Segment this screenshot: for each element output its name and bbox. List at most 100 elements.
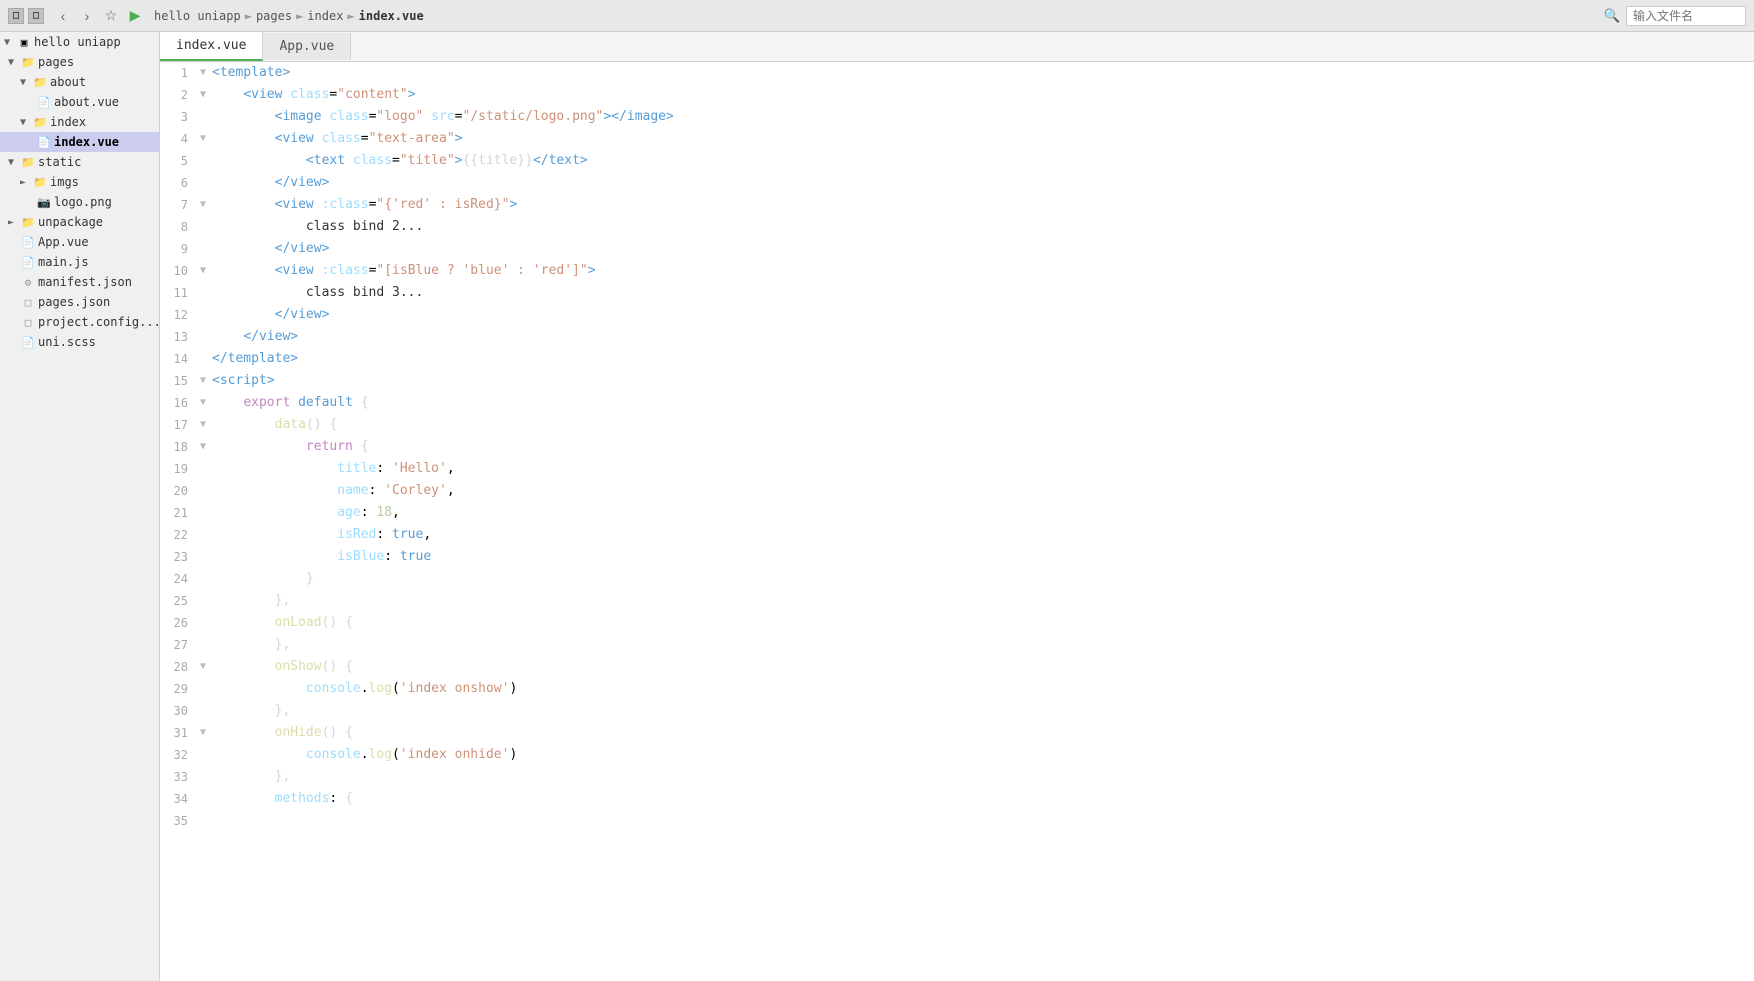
line-num: 25 [160, 590, 196, 612]
sidebar-item-pages-json[interactable]: □ pages.json [0, 292, 159, 312]
code-line: 35 [160, 810, 1754, 832]
forward-button[interactable]: › [76, 5, 98, 27]
tab-app-vue[interactable]: App.vue [263, 33, 351, 60]
fold-icon[interactable]: ▼ [196, 722, 210, 744]
code-content: <image class="logo" src="/static/logo.pn… [210, 106, 1754, 128]
line-num: 26 [160, 612, 196, 634]
fold-icon[interactable]: ▼ [196, 62, 210, 84]
star-button[interactable]: ☆ [100, 5, 122, 27]
sidebar-item-logo-png[interactable]: 📷 logo.png [0, 192, 159, 212]
sidebar-label-index: index [50, 115, 86, 129]
code-content: <view :class="[isBlue ? 'blue' : 'red']"… [210, 260, 1754, 282]
editor-area: index.vue App.vue 1 ▼ <template> 2 ▼ <vi… [160, 32, 1754, 981]
code-content: class bind 3... [210, 282, 1754, 304]
sidebar-item-pages[interactable]: ▼ 📁 pages [0, 52, 159, 72]
code-content: <view :class="{'red' : isRed}"> [210, 194, 1754, 216]
sidebar-item-imgs[interactable]: ► 📁 imgs [0, 172, 159, 192]
folder-icon-imgs: 📁 [32, 174, 48, 190]
breadcrumb-root: hello uniapp [154, 9, 241, 23]
code-editor[interactable]: 1 ▼ <template> 2 ▼ <view class="content"… [160, 62, 1754, 981]
folder-icon-pages: 📁 [20, 54, 36, 70]
line-num: 19 [160, 458, 196, 480]
fold-icon[interactable]: ▼ [196, 260, 210, 282]
sidebar-item-index-vue[interactable]: 📄 index.vue [0, 132, 159, 152]
line-num: 30 [160, 700, 196, 722]
code-line: 32 console.log('index onhide') [160, 744, 1754, 766]
code-content: <view class="content"> [210, 84, 1754, 106]
code-line: 21 age: 18, [160, 502, 1754, 524]
fold-icon[interactable]: ▼ [196, 370, 210, 392]
fold-icon[interactable]: ▼ [196, 656, 210, 678]
code-content: age: 18, [210, 502, 1754, 524]
sidebar-label-project-config: project.config... [38, 315, 160, 329]
line-num: 9 [160, 238, 196, 260]
code-line: 11 class bind 3... [160, 282, 1754, 304]
window-btn-2[interactable]: □ [28, 8, 44, 24]
code-line: 1 ▼ <template> [160, 62, 1754, 84]
sidebar-root[interactable]: ▼ ▣ hello uniapp [0, 32, 159, 52]
folder-icon-static: 📁 [20, 154, 36, 170]
nav-controls[interactable]: ‹ › ☆ ▶ [52, 5, 146, 27]
window-controls[interactable]: □ □ [8, 8, 44, 24]
tabs-bar[interactable]: index.vue App.vue [160, 32, 1754, 62]
sidebar-item-app-vue[interactable]: 📄 App.vue [0, 232, 159, 252]
line-num: 1 [160, 62, 196, 84]
window-btn-1[interactable]: □ [8, 8, 24, 24]
code-line: 23 isBlue: true [160, 546, 1754, 568]
code-content: <text class="title">{{title}}</text> [210, 150, 1754, 172]
code-content: export default { [210, 392, 1754, 414]
sidebar-item-about[interactable]: ▼ 📁 about [0, 72, 159, 92]
fold-icon[interactable]: ▼ [196, 84, 210, 106]
search-icon[interactable]: 🔍 [1602, 6, 1622, 26]
code-line: 31 ▼ onHide() { [160, 722, 1754, 744]
search-file-input[interactable] [1626, 6, 1746, 26]
line-num: 16 [160, 392, 196, 414]
sidebar-item-about-vue[interactable]: 📄 about.vue [0, 92, 159, 112]
code-line: 7 ▼ <view :class="{'red' : isRed}"> [160, 194, 1754, 216]
line-num: 2 [160, 84, 196, 106]
line-num: 35 [160, 810, 196, 832]
code-line: 5 <text class="title">{{title}}</text> [160, 150, 1754, 172]
code-line: 15 ▼ <script> [160, 370, 1754, 392]
run-button[interactable]: ▶ [124, 5, 146, 27]
code-line: 9 </view> [160, 238, 1754, 260]
search-bar[interactable]: 🔍 [1602, 6, 1746, 26]
code-content: methods: { [210, 788, 1754, 810]
sidebar-item-index[interactable]: ▼ 📁 index [0, 112, 159, 132]
line-num: 7 [160, 194, 196, 216]
sidebar-label-unpackage: unpackage [38, 215, 103, 229]
code-line: 4 ▼ <view class="text-area"> [160, 128, 1754, 150]
tab-index-vue[interactable]: index.vue [160, 32, 263, 61]
sidebar-item-static[interactable]: ▼ 📁 static [0, 152, 159, 172]
file-icon-main-js: 📄 [20, 254, 36, 270]
line-num: 28 [160, 656, 196, 678]
fold-icon[interactable]: ▼ [196, 414, 210, 436]
code-content: </view> [210, 304, 1754, 326]
fold-icon[interactable]: ▼ [196, 392, 210, 414]
code-line: 13 </view> [160, 326, 1754, 348]
line-num: 34 [160, 788, 196, 810]
fold-icon[interactable]: ▼ [196, 194, 210, 216]
sidebar-item-unpackage[interactable]: ► 📁 unpackage [0, 212, 159, 232]
code-content: data() { [210, 414, 1754, 436]
code-content: return { [210, 436, 1754, 458]
line-num: 21 [160, 502, 196, 524]
sidebar-label-logo-png: logo.png [54, 195, 112, 209]
sidebar-item-project-config[interactable]: □ project.config... [0, 312, 159, 332]
fold-icon[interactable]: ▼ [196, 436, 210, 458]
sidebar-item-uni-scss[interactable]: 📄 uni.scss [0, 332, 159, 352]
code-line: 19 title: 'Hello', [160, 458, 1754, 480]
sidebar-label-manifest-json: manifest.json [38, 275, 132, 289]
line-num: 13 [160, 326, 196, 348]
code-content: isBlue: true [210, 546, 1754, 568]
fold-icon[interactable]: ▼ [196, 128, 210, 150]
code-line: 17 ▼ data() { [160, 414, 1754, 436]
line-num: 4 [160, 128, 196, 150]
file-icon-uni-scss: 📄 [20, 334, 36, 350]
sidebar-item-main-js[interactable]: 📄 main.js [0, 252, 159, 272]
sidebar-item-manifest-json[interactable]: ⚙ manifest.json [0, 272, 159, 292]
line-num: 31 [160, 722, 196, 744]
back-button[interactable]: ‹ [52, 5, 74, 27]
code-content: name: 'Corley', [210, 480, 1754, 502]
breadcrumb-sep-2: ► [296, 9, 303, 23]
